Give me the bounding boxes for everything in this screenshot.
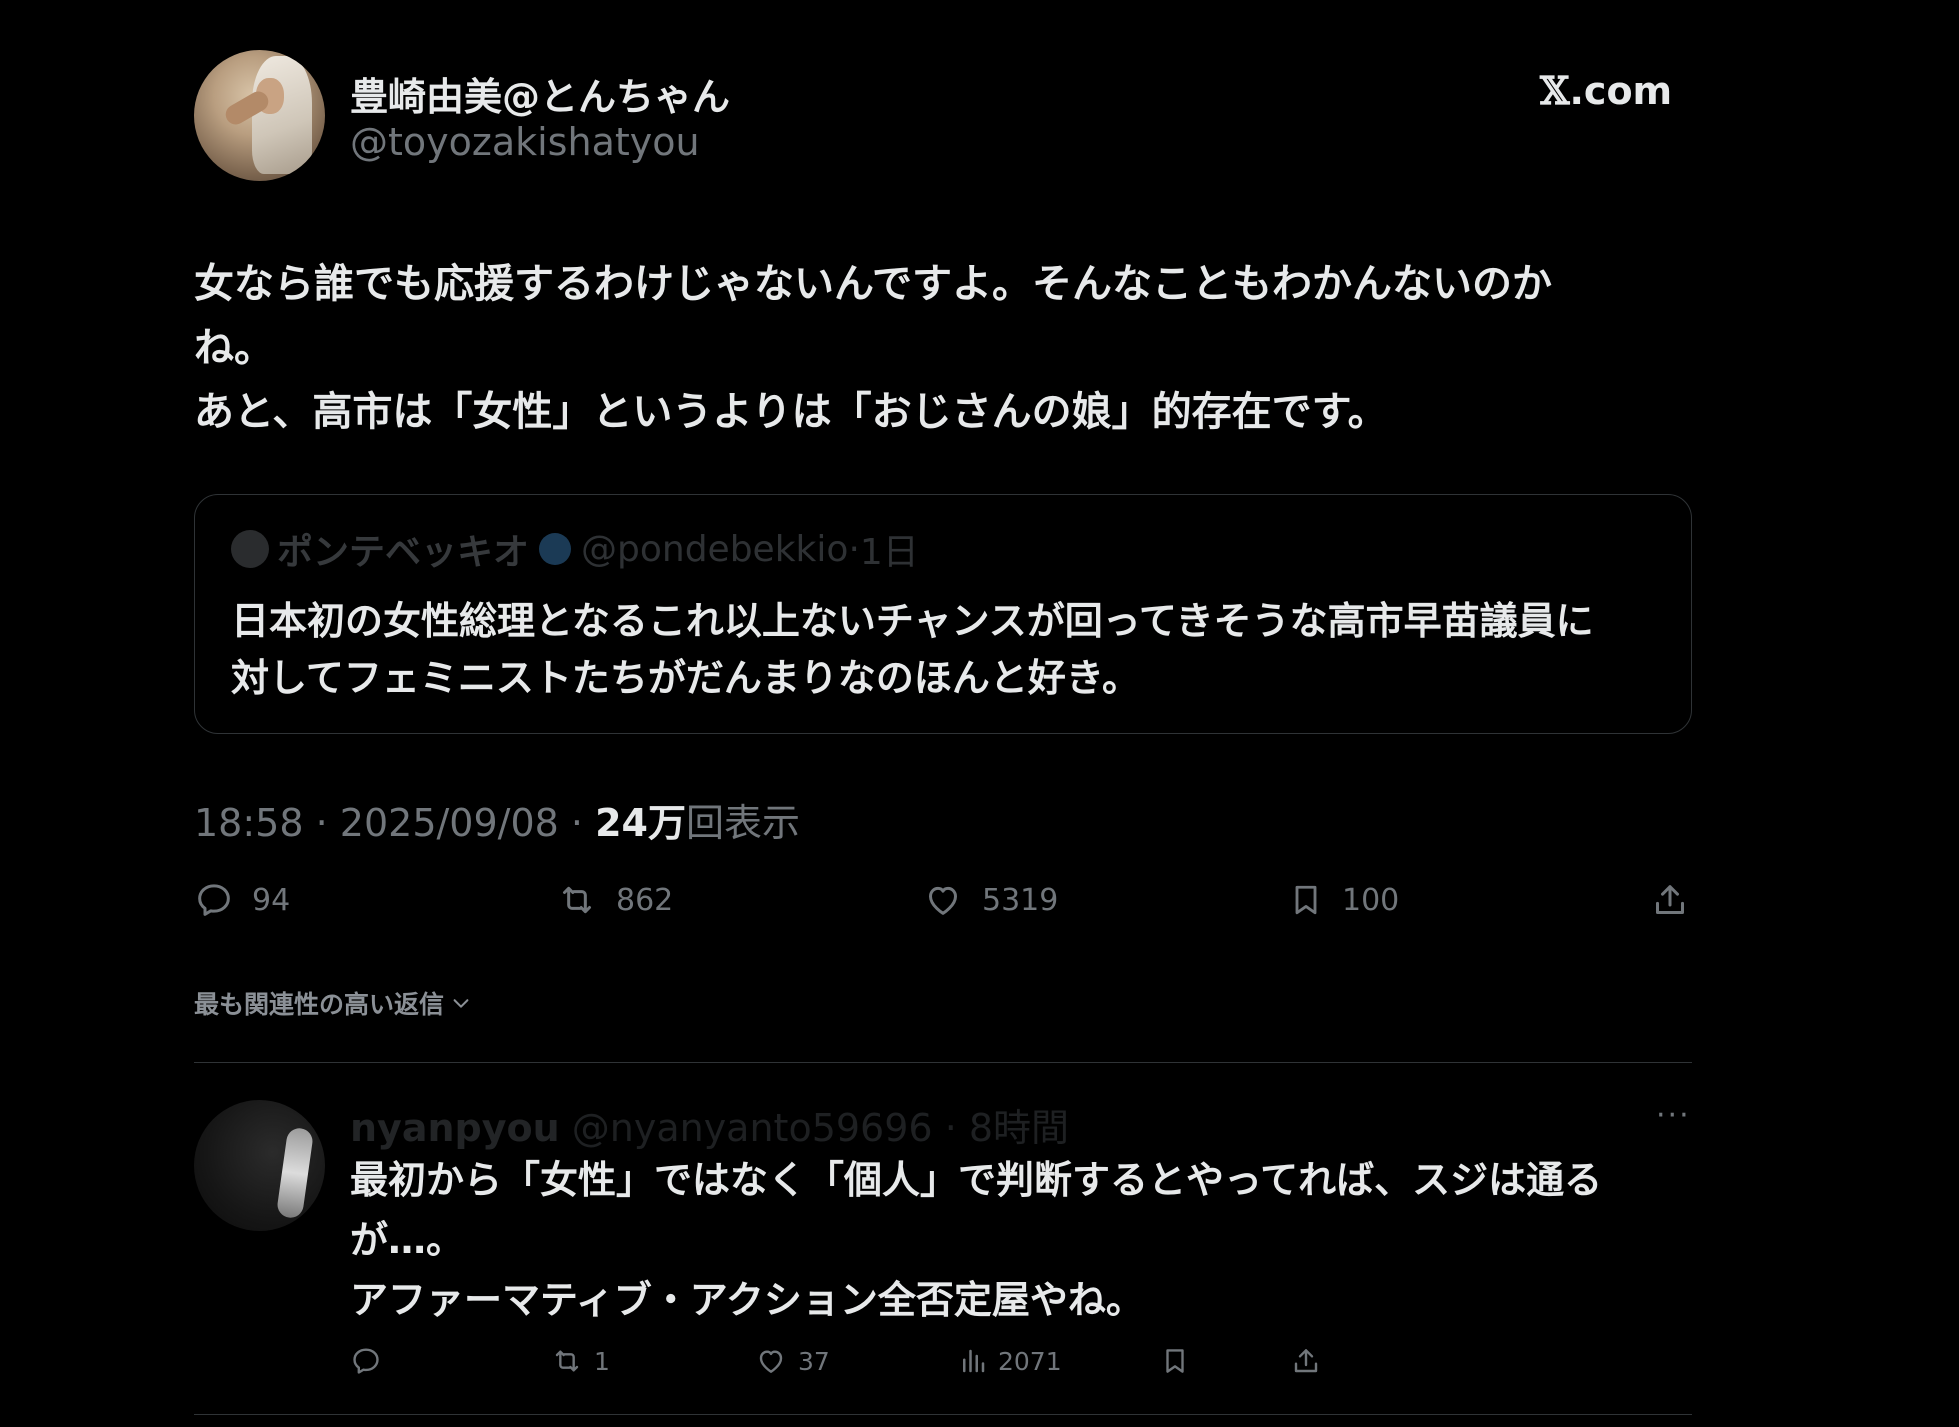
meta-separator: ·: [570, 801, 584, 845]
reply-author-avatar[interactable]: [194, 1100, 325, 1231]
divider: [194, 1414, 1692, 1415]
tweet-meta: 18:58 · 2025/09/08 · 24万回表示: [194, 792, 800, 847]
reply-icon: [198, 884, 230, 916]
more-options-icon[interactable]: ···: [1656, 1098, 1691, 1133]
avatar-streak-shape: [275, 1126, 315, 1220]
reply-text-line: アファーマティブ・アクション全否定屋やね。: [350, 1278, 1144, 1322]
quoted-text-line: 日本初の女性総理となるこれ以上ないチャンスが回ってきそうな高市早苗議員に: [231, 599, 1594, 643]
quoted-separator: ·: [848, 528, 860, 570]
x-logo-icon: 𝕏: [1540, 68, 1570, 113]
reply-sort-label: 最も関連性の高い返信: [194, 990, 445, 1019]
bookmark-count: 100: [1342, 882, 1400, 918]
reply-text-line: 最初から「女性」ではなく「個人」で判断するとやってれば、スジは通る: [350, 1158, 1603, 1202]
repost-count: 862: [616, 882, 674, 918]
divider: [194, 1062, 1692, 1063]
reply-button[interactable]: 94: [194, 880, 290, 920]
repost-button[interactable]: 862: [556, 880, 673, 920]
reply-separator: ·: [944, 1106, 957, 1150]
quoted-tweet-text: 日本初の女性総理となるこれ以上ないチャンスが回ってきそうな高市早苗議員に 対して…: [231, 593, 1651, 707]
quoted-age: 1日: [859, 532, 919, 573]
quoted-tweet-card[interactable]: ポンテベッキオ @pondebekkio · 1日 日本初の女性総理となるこれ以…: [194, 494, 1692, 734]
quoted-author-name: ポンテベッキオ: [277, 532, 530, 573]
author-avatar[interactable]: [194, 50, 325, 181]
like-count: 5319: [982, 882, 1059, 918]
tweet-text-line: 女なら誰でも応援するわけじゃないんですよ。そんなこともわかんないのか: [194, 261, 1552, 307]
x-com-suffix: .com: [1569, 69, 1673, 113]
reply-share-button[interactable]: [1290, 1345, 1322, 1377]
reply-repost-button[interactable]: 1: [550, 1345, 610, 1377]
tweet-date[interactable]: 2025/09/08: [340, 801, 559, 845]
heart-icon: [929, 886, 957, 915]
views-label: 回表示: [686, 801, 801, 845]
avatar-hood-shape: [252, 56, 312, 174]
reply-reply-button[interactable]: [350, 1345, 392, 1377]
bookmark-button[interactable]: 100: [1288, 880, 1399, 920]
tweet-text-line: あと、高市は「女性」というよりは「おじさんの娘」的存在です。: [194, 389, 1388, 435]
share-icon: [1294, 1349, 1318, 1373]
repost-icon: [563, 886, 591, 914]
quoted-author-handle: @pondebekkio: [581, 528, 849, 570]
tweet-text-line: ね。: [194, 325, 274, 371]
tweet-time[interactable]: 18:58: [194, 801, 304, 845]
author-display-name[interactable]: 豊崎由美@とんちゃん: [350, 66, 730, 121]
reply-icon: [353, 1348, 379, 1374]
reply-header: nyanpyou @nyanyanto59696 · 8時間: [350, 1097, 1069, 1152]
reply-views-button[interactable]: 2071: [958, 1345, 1062, 1377]
verified-badge-icon: [539, 533, 572, 565]
reply-text: 最初から「女性」ではなく「個人」で判断するとやってれば、スジは通る が…。 アフ…: [350, 1150, 1690, 1330]
share-button[interactable]: [1650, 880, 1690, 920]
x-com-logo[interactable]: 𝕏.com: [1540, 68, 1672, 113]
reply-like-button[interactable]: 37: [754, 1345, 830, 1377]
reply-age[interactable]: 8時間: [969, 1106, 1069, 1150]
heart-icon: [759, 1350, 783, 1373]
reply-count: 94: [252, 882, 291, 918]
author-handle[interactable]: @toyozakishatyou: [350, 120, 700, 164]
quoted-text-line: 対してフェミニストたちがだんまりなのほんと好き。: [231, 656, 1140, 700]
quoted-author-avatar: [231, 530, 269, 568]
like-button[interactable]: 5319: [922, 880, 1058, 920]
tweet-screenshot: 豊崎由美@とんちゃん @toyozakishatyou 𝕏.com 女なら誰でも…: [0, 0, 1959, 1427]
bookmark-icon: [1166, 1349, 1184, 1373]
views-count: 24万: [595, 801, 686, 845]
reply-bookmark-button[interactable]: [1160, 1345, 1190, 1377]
analytics-icon: [963, 1349, 985, 1373]
bookmark-icon: [1295, 885, 1317, 915]
reply-text-line: が…。: [350, 1218, 465, 1262]
reply-author-name[interactable]: nyanpyou: [350, 1106, 560, 1150]
meta-separator: ·: [315, 801, 328, 845]
chevron-down-icon: [453, 999, 469, 1008]
quoted-tweet-header: ポンテベッキオ @pondebekkio · 1日: [231, 528, 919, 573]
repost-icon: [555, 1350, 579, 1372]
share-icon: [1656, 885, 1684, 914]
reply-like-count: 37: [798, 1346, 830, 1376]
reply-author-handle[interactable]: @nyanyanto59696: [572, 1106, 933, 1150]
reply-view-count: 2071: [998, 1346, 1062, 1376]
reply-sort-dropdown[interactable]: 最も関連性の高い返信: [194, 985, 472, 1021]
reply-repost-count: 1: [594, 1346, 610, 1376]
tweet-text: 女なら誰でも応援するわけじゃないんですよ。そんなこともわかんないのか ね。 あと…: [194, 252, 1674, 444]
